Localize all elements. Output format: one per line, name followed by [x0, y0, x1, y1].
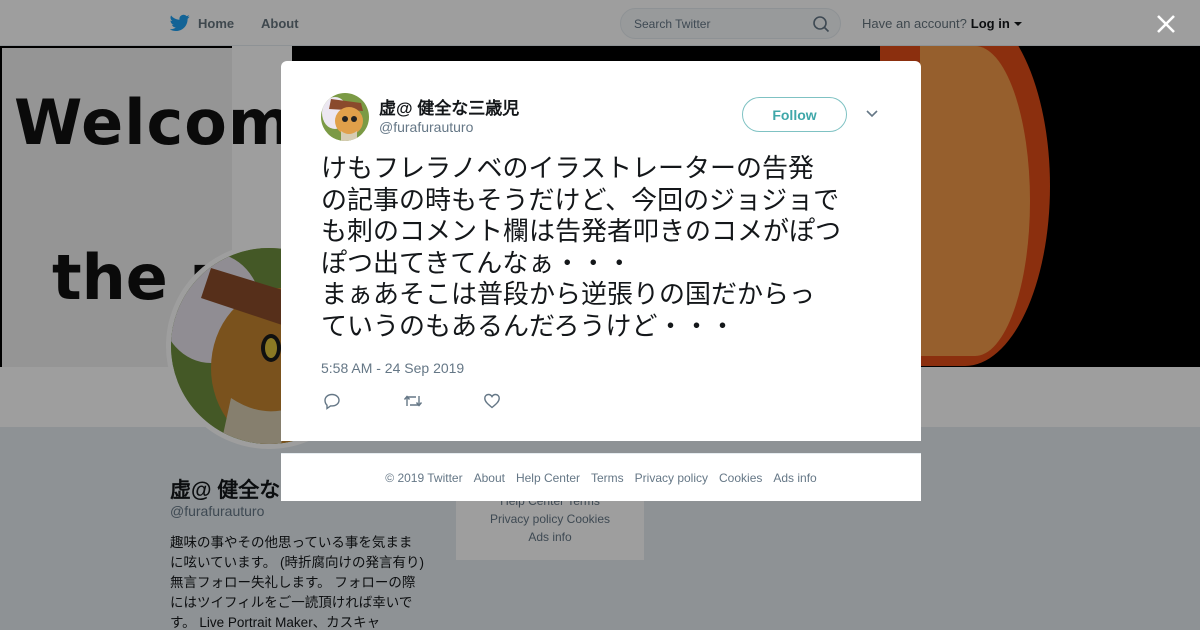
tweet-modal: 虚@ 健全な三歳児 @furafurauturo Follow けもフレラノベの…: [281, 61, 921, 441]
modal-footer: © 2019 Twitter About Help Center Terms P…: [281, 453, 921, 501]
reply-icon: [324, 393, 340, 410]
retweet-icon: [403, 395, 423, 407]
tweet-timestamp[interactable]: 5:58 AM - 24 Sep 2019: [321, 360, 464, 376]
footer-link-about[interactable]: About: [474, 471, 505, 485]
follow-button[interactable]: Follow: [742, 97, 847, 132]
footer-link-help[interactable]: Help Center: [516, 471, 580, 485]
footer-copyright: © 2019 Twitter: [385, 470, 463, 485]
heart-icon: [484, 393, 500, 409]
like-action[interactable]: [483, 392, 563, 415]
tweet-text: けもフレラノベのイラストレーターの告発 の記事の時もそうだけど、今回のジョジョで…: [321, 154, 842, 342]
avatar-art: [321, 93, 369, 141]
footer-link-cookies[interactable]: Cookies: [719, 471, 762, 485]
reply-action[interactable]: [323, 392, 403, 415]
tweet-actions: [323, 392, 563, 415]
tweet-author-name[interactable]: 虚@ 健全な三歳児: [379, 94, 519, 119]
tweet-author-handle[interactable]: @furafurauturo: [379, 119, 473, 135]
retweet-action[interactable]: [403, 392, 483, 415]
footer-link-privacy[interactable]: Privacy policy: [635, 471, 708, 485]
chevron-down-icon[interactable]: [865, 109, 879, 119]
tweet-author-avatar[interactable]: [321, 93, 369, 141]
footer-link-ads[interactable]: Ads info: [773, 471, 816, 485]
footer-link-terms[interactable]: Terms: [591, 471, 624, 485]
close-icon[interactable]: [1154, 12, 1178, 36]
